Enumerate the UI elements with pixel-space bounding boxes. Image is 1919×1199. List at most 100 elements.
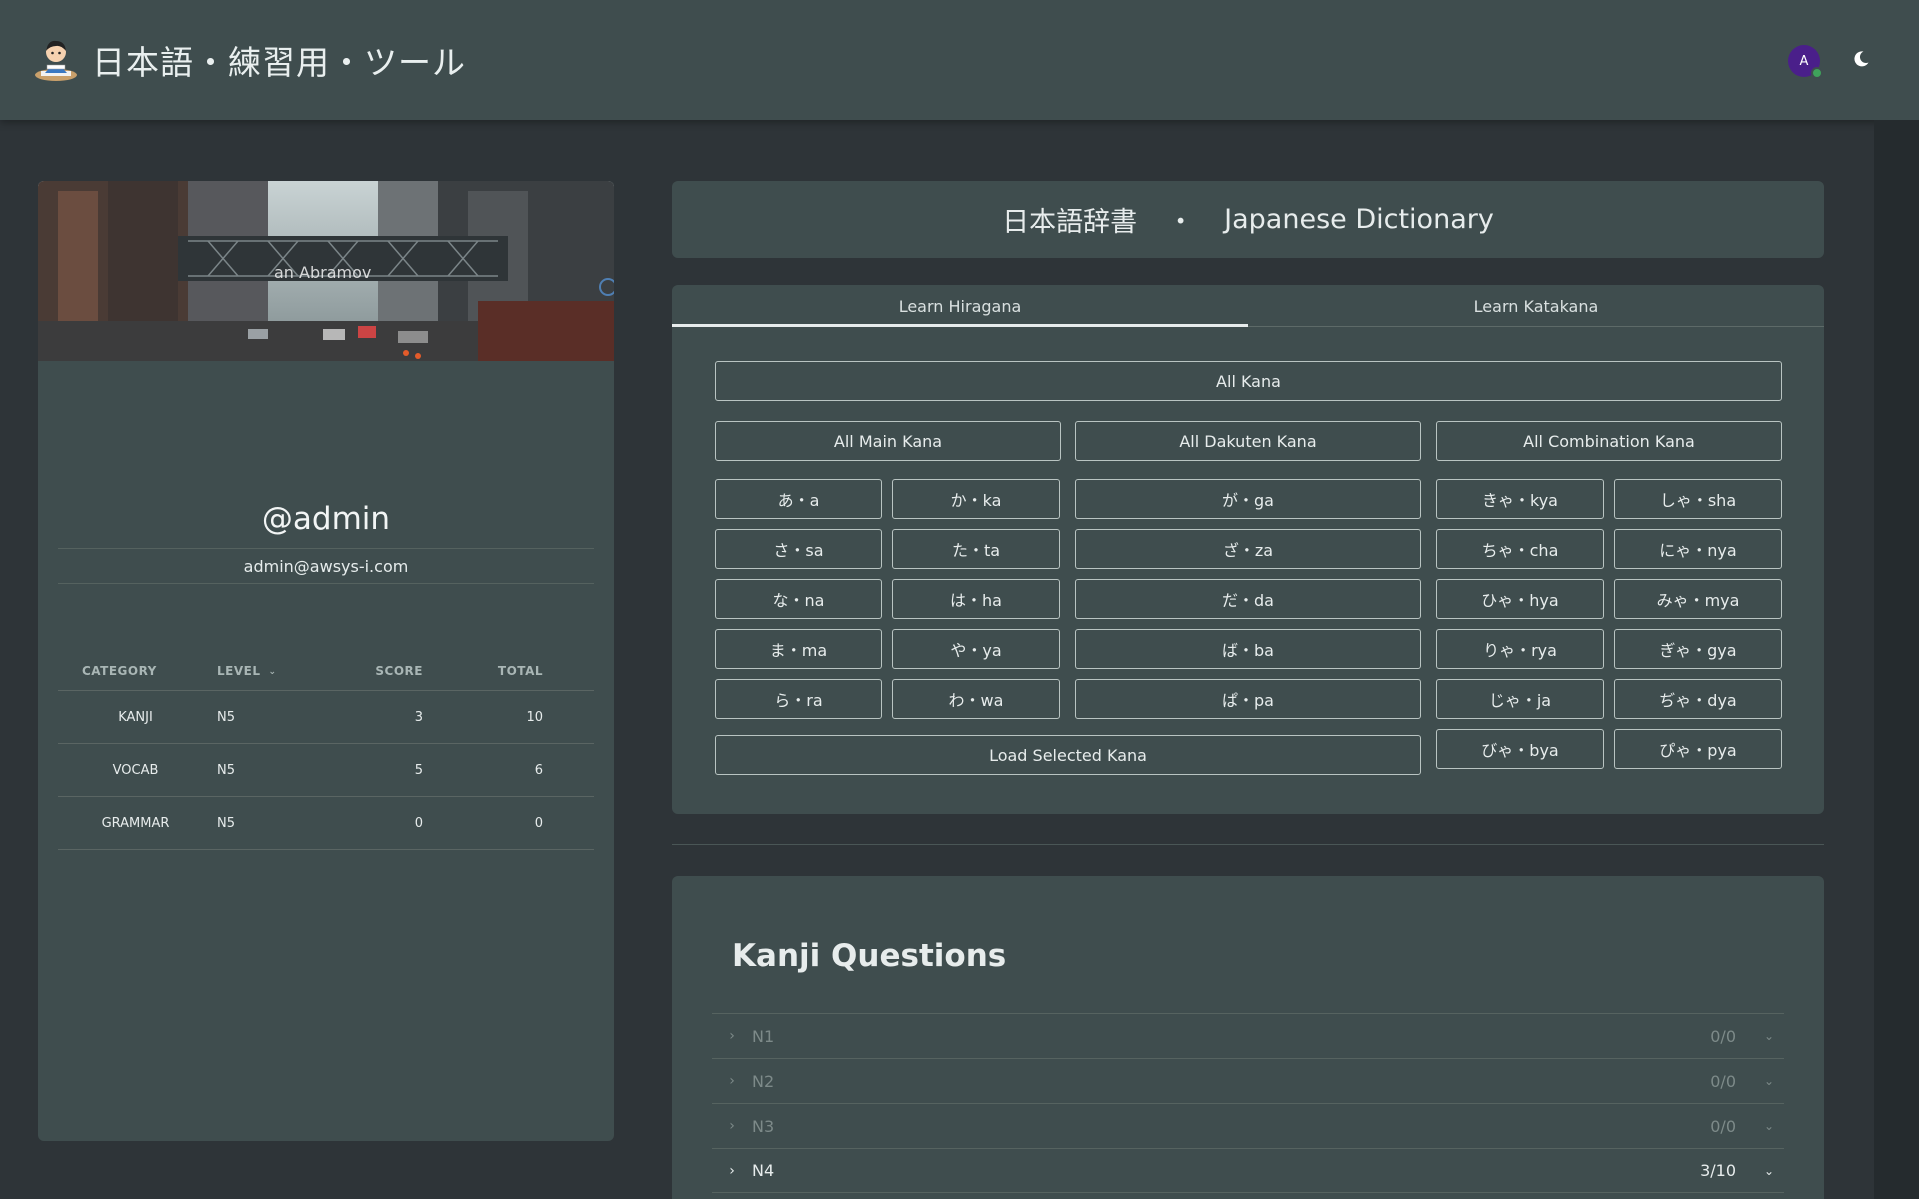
kana-button-ya[interactable]: や・ya bbox=[892, 629, 1060, 669]
kana-button-sa[interactable]: さ・sa bbox=[715, 529, 882, 569]
cell-level: N5 bbox=[217, 815, 235, 831]
kana-button-ba[interactable]: ば・ba bbox=[1075, 629, 1421, 669]
kana-button-kya[interactable]: きゃ・kya bbox=[1436, 479, 1604, 519]
all-combination-kana-button[interactable]: All Combination Kana bbox=[1436, 421, 1782, 461]
all-main-kana-button[interactable]: All Main Kana bbox=[715, 421, 1061, 461]
table-row: VOCAB N5 5 6 bbox=[58, 744, 594, 797]
cell-level: N5 bbox=[217, 762, 235, 778]
cell-score: 0 bbox=[414, 815, 423, 831]
section-divider bbox=[672, 844, 1824, 845]
table-row: KANJI N5 3 10 bbox=[58, 691, 594, 744]
kana-button-pya[interactable]: ぴゃ・pya bbox=[1614, 729, 1782, 769]
chevron-right-icon: › bbox=[729, 1118, 735, 1134]
table-row: GRAMMAR N5 0 0 bbox=[58, 797, 594, 850]
chevron-down-icon: ⌄ bbox=[1763, 1163, 1775, 1178]
kana-button-cha[interactable]: ちゃ・cha bbox=[1436, 529, 1604, 569]
chevron-right-icon: › bbox=[729, 1028, 735, 1044]
top-app-bar: 日本語・練習用・ツール A bbox=[0, 0, 1919, 120]
sort-chevron-down-icon: ⌄ bbox=[268, 666, 277, 677]
dictionary-title-card: 日本語辞書 ・ Japanese Dictionary bbox=[672, 181, 1824, 258]
cover-name-text: an Abramov bbox=[274, 263, 372, 282]
online-status-dot bbox=[1811, 67, 1823, 79]
tab-learn-hiragana[interactable]: Learn Hiragana bbox=[672, 285, 1248, 327]
chevron-right-icon: › bbox=[729, 1073, 735, 1089]
all-dakuten-kana-button[interactable]: All Dakuten Kana bbox=[1075, 421, 1421, 461]
dictionary-title-en: Japanese Dictionary bbox=[1224, 204, 1494, 235]
kana-selection-card: Learn Hiragana Learn Katakana All Kana A… bbox=[672, 285, 1824, 814]
divider bbox=[58, 548, 594, 549]
kanji-questions-card: Kanji Questions › N1 0/0 ⌄ › N2 0/0 ⌄ › … bbox=[672, 876, 1824, 1199]
kana-button-gya[interactable]: ぎゃ・gya bbox=[1614, 629, 1782, 669]
accordion-count: 0/0 bbox=[1710, 1116, 1736, 1136]
stats-table: CATEGORY LEVEL ⌄ SCORE TOTAL KANJI N5 3 1… bbox=[58, 651, 594, 850]
kana-button-a[interactable]: あ・a bbox=[715, 479, 882, 519]
divider bbox=[58, 583, 594, 584]
cell-level: N5 bbox=[217, 709, 235, 725]
app-title: 日本語・練習用・ツール bbox=[92, 43, 466, 82]
column-header-total[interactable]: TOTAL bbox=[423, 664, 543, 678]
kana-button-ha[interactable]: は・ha bbox=[892, 579, 1060, 619]
kana-button-za[interactable]: ざ・za bbox=[1075, 529, 1421, 569]
profile-username: @admin bbox=[261, 501, 391, 537]
kana-button-pa[interactable]: ぱ・pa bbox=[1075, 679, 1421, 719]
accordion-label: N1 bbox=[752, 1026, 775, 1046]
accordion-count: 0/0 bbox=[1710, 1071, 1736, 1091]
kana-button-wa[interactable]: わ・wa bbox=[892, 679, 1060, 719]
stats-table-header: CATEGORY LEVEL ⌄ SCORE TOTAL bbox=[58, 651, 594, 691]
column-header-level[interactable]: LEVEL ⌄ bbox=[213, 664, 313, 678]
dictionary-title-jp: 日本語辞書 bbox=[1002, 207, 1138, 238]
kana-button-nya[interactable]: にゃ・nya bbox=[1614, 529, 1782, 569]
kana-button-dya[interactable]: ぢゃ・dya bbox=[1614, 679, 1782, 719]
column-header-level-label: LEVEL bbox=[217, 663, 261, 678]
kana-button-ga[interactable]: が・ga bbox=[1075, 479, 1421, 519]
kana-button-bya[interactable]: びゃ・bya bbox=[1436, 729, 1604, 769]
accordion-label: N4 bbox=[752, 1161, 775, 1180]
accordion-count: 0/0 bbox=[1710, 1026, 1736, 1046]
avatar-initial: A bbox=[1799, 53, 1809, 69]
kana-button-mya[interactable]: みゃ・mya bbox=[1614, 579, 1782, 619]
accordion-label: N3 bbox=[752, 1116, 775, 1136]
accordion-item-n3[interactable]: › N3 0/0 ⌄ bbox=[712, 1103, 1784, 1148]
chevron-down-icon: ⌄ bbox=[1763, 1074, 1775, 1088]
kana-button-rya[interactable]: りゃ・rya bbox=[1436, 629, 1604, 669]
column-header-score[interactable]: SCORE bbox=[313, 664, 423, 678]
kana-button-hya[interactable]: ひゃ・hya bbox=[1436, 579, 1604, 619]
accordion-item-n2[interactable]: › N2 0/0 ⌄ bbox=[712, 1058, 1784, 1103]
cell-score: 5 bbox=[414, 762, 423, 778]
kana-button-ja[interactable]: じゃ・ja bbox=[1436, 679, 1604, 719]
cell-total: 6 bbox=[534, 762, 543, 778]
chevron-right-icon: › bbox=[729, 1162, 735, 1179]
cell-total: 10 bbox=[526, 709, 543, 725]
cell-score: 3 bbox=[414, 709, 423, 725]
cell-category: GRAMMAR bbox=[101, 815, 170, 831]
cell-category: KANJI bbox=[118, 709, 153, 725]
kana-button-sha[interactable]: しゃ・sha bbox=[1614, 479, 1782, 519]
chevron-down-icon: ⌄ bbox=[1763, 1119, 1775, 1133]
chevron-down-icon: ⌄ bbox=[1763, 1029, 1775, 1043]
kanji-questions-title: Kanji Questions bbox=[732, 938, 1007, 974]
accordion-item-n4[interactable]: › N4 3/10 ⌄ bbox=[712, 1148, 1784, 1193]
user-avatar[interactable]: A bbox=[1788, 45, 1823, 79]
all-kana-button[interactable]: All Kana bbox=[715, 361, 1782, 401]
kana-button-ma[interactable]: ま・ma bbox=[715, 629, 882, 669]
column-header-category[interactable]: CATEGORY bbox=[58, 664, 213, 678]
student-studying-icon bbox=[32, 36, 80, 84]
kana-button-ta[interactable]: た・ta bbox=[892, 529, 1060, 569]
accordion-count: 3/10 bbox=[1700, 1161, 1736, 1180]
kana-button-da[interactable]: だ・da bbox=[1075, 579, 1421, 619]
load-selected-kana-button[interactable]: Load Selected Kana bbox=[715, 735, 1421, 775]
profile-email: admin@awsys-i.com bbox=[243, 557, 409, 576]
profile-cover-image: an Abramov bbox=[38, 181, 614, 361]
accordion-item-n1[interactable]: › N1 0/0 ⌄ bbox=[712, 1013, 1784, 1058]
kana-button-ra[interactable]: ら・ra bbox=[715, 679, 882, 719]
accordion-label: N2 bbox=[752, 1071, 775, 1091]
profile-card: an Abramov @admin admin@awsys-i.com CATE… bbox=[38, 181, 614, 1141]
page-scrollbar[interactable] bbox=[1874, 120, 1919, 1199]
cell-total: 0 bbox=[534, 815, 543, 831]
tab-learn-katakana[interactable]: Learn Katakana bbox=[1248, 285, 1824, 327]
cell-category: VOCAB bbox=[112, 762, 159, 778]
moon-icon[interactable] bbox=[1846, 44, 1876, 74]
active-tab-indicator bbox=[672, 324, 1248, 327]
kana-button-ka[interactable]: か・ka bbox=[892, 479, 1060, 519]
kana-button-na[interactable]: な・na bbox=[715, 579, 882, 619]
